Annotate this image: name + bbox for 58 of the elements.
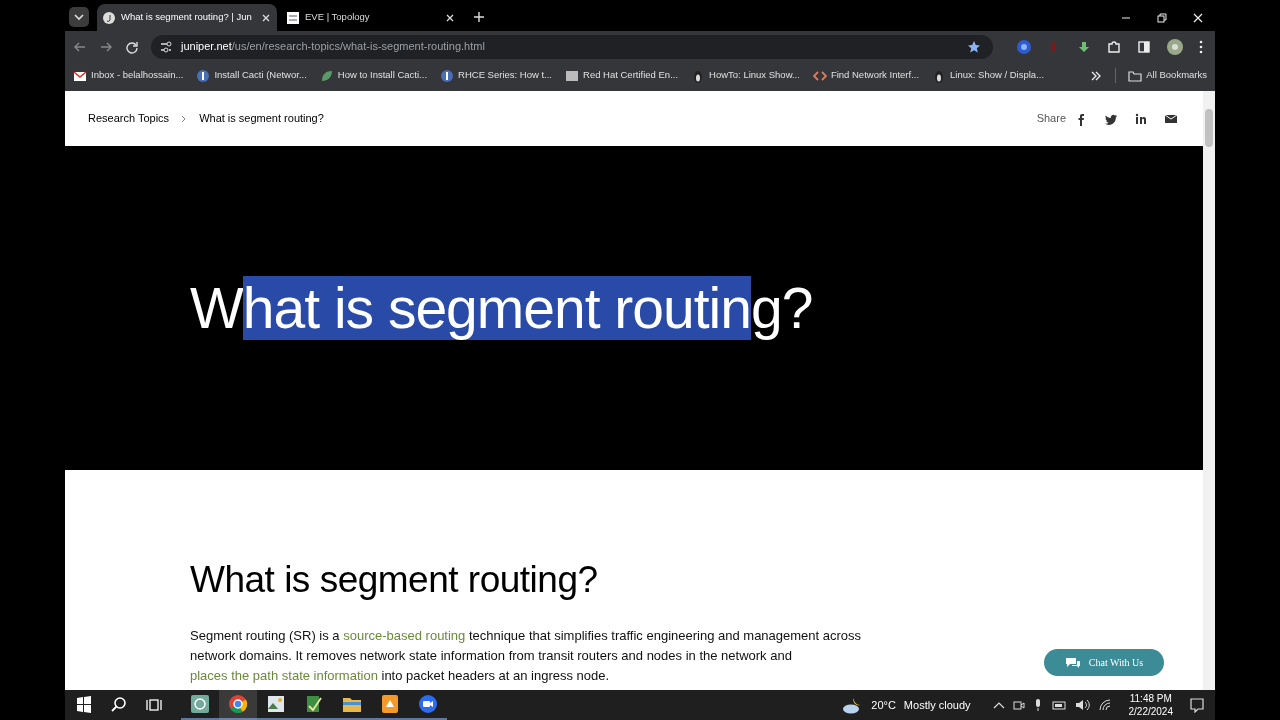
speaker-icon[interactable]: [1074, 699, 1091, 711]
restore-icon[interactable]: [1157, 13, 1167, 23]
folder-icon: [1128, 69, 1143, 82]
body-paragraph: Segment routing (SR) is a source-based routing technique that simplifies traffic engineering and management across network domains. It removes network state information from transit routers and nodes in the network and places the path state information into packet headers at an ingress node.: [190, 627, 863, 685]
section-heading: What is segment routing?: [190, 560, 599, 600]
wifi-icon[interactable]: [1098, 699, 1113, 711]
reload-icon[interactable]: [125, 39, 139, 54]
code-icon: [812, 68, 827, 83]
bookmark-item[interactable]: Inbox - belalhossain...: [73, 68, 184, 83]
bookmark-item[interactable]: HowTo: Linux Show...: [691, 68, 800, 83]
text-link[interactable]: source-based routing: [343, 628, 466, 643]
profile-avatar-icon[interactable]: [1167, 38, 1183, 55]
share-label: Share: [1036, 111, 1066, 127]
bookmark-item[interactable]: Linux: Show / Displa...: [932, 68, 1045, 83]
tune-icon[interactable]: [159, 39, 173, 54]
address-bar[interactable]: juniper.net/us/en/research-topics/what-is-segment-routing.html: [151, 34, 993, 59]
weather-temperature: 20°C: [871, 697, 896, 713]
clock-date[interactable]: 2/22/2024: [1128, 705, 1173, 718]
close-icon[interactable]: [1193, 13, 1203, 23]
speech-bubbles-icon: [1064, 656, 1081, 669]
more-menu-icon[interactable]: [1199, 39, 1203, 54]
side-panel-icon[interactable]: [1137, 39, 1151, 54]
browser-tab[interactable]: What is segment routing? | Jun: [97, 4, 277, 31]
new-tab-icon[interactable]: [473, 11, 485, 23]
close-icon[interactable]: [445, 12, 455, 23]
chevron-up-icon[interactable]: [992, 700, 1005, 710]
chrome-icon[interactable]: [219, 690, 257, 720]
weather-condition: Mostly cloudy: [903, 697, 971, 713]
bookmark-folder[interactable]: All Bookmarks: [1115, 68, 1207, 83]
star-icon[interactable]: [967, 39, 981, 54]
bookmark-item[interactable]: Install Cacti (Networ...: [196, 68, 307, 83]
close-icon[interactable]: [261, 12, 271, 23]
url-text: juniper.net/us/en/research-topics/what-is-segment-routing.html: [181, 39, 486, 55]
bookmark-item[interactable]: How to Install Cacti...: [319, 68, 428, 83]
bookmark-item[interactable]: Find Network Interf...: [812, 68, 920, 83]
leaf-icon: [319, 68, 334, 83]
download-arrow-icon[interactable]: [1077, 39, 1091, 54]
linkedin-icon[interactable]: [1134, 111, 1148, 126]
chat-button[interactable]: Chat With Us: [1044, 649, 1164, 676]
bookmark-item[interactable]: RHCE Series: How t...: [440, 68, 552, 83]
site-icon: [440, 68, 455, 83]
mail-icon: [73, 68, 87, 83]
chevron-more-icon[interactable]: [1090, 69, 1103, 82]
scrollbar[interactable]: [1203, 91, 1215, 690]
breadcrumb-link[interactable]: What is segment routing?: [199, 110, 324, 127]
extension-badge-icon[interactable]: [1017, 39, 1031, 54]
text-link[interactable]: places the path state information: [190, 668, 378, 683]
site-icon: [196, 68, 211, 83]
site-icon: [565, 68, 579, 83]
chevron-right-icon: [181, 114, 188, 123]
notification-icon[interactable]: [1189, 697, 1205, 713]
hero-title: What is segment routing?: [190, 278, 813, 338]
breadcrumb-link[interactable]: Research Topics: [88, 110, 170, 127]
site-icon: [103, 11, 115, 24]
bookmark-item[interactable]: Red Hat Certified En...: [565, 68, 679, 83]
tab-list-icon[interactable]: [69, 7, 89, 27]
clock-time[interactable]: 11:48 PM: [1129, 692, 1172, 705]
camera-icon[interactable]: [1012, 699, 1025, 711]
